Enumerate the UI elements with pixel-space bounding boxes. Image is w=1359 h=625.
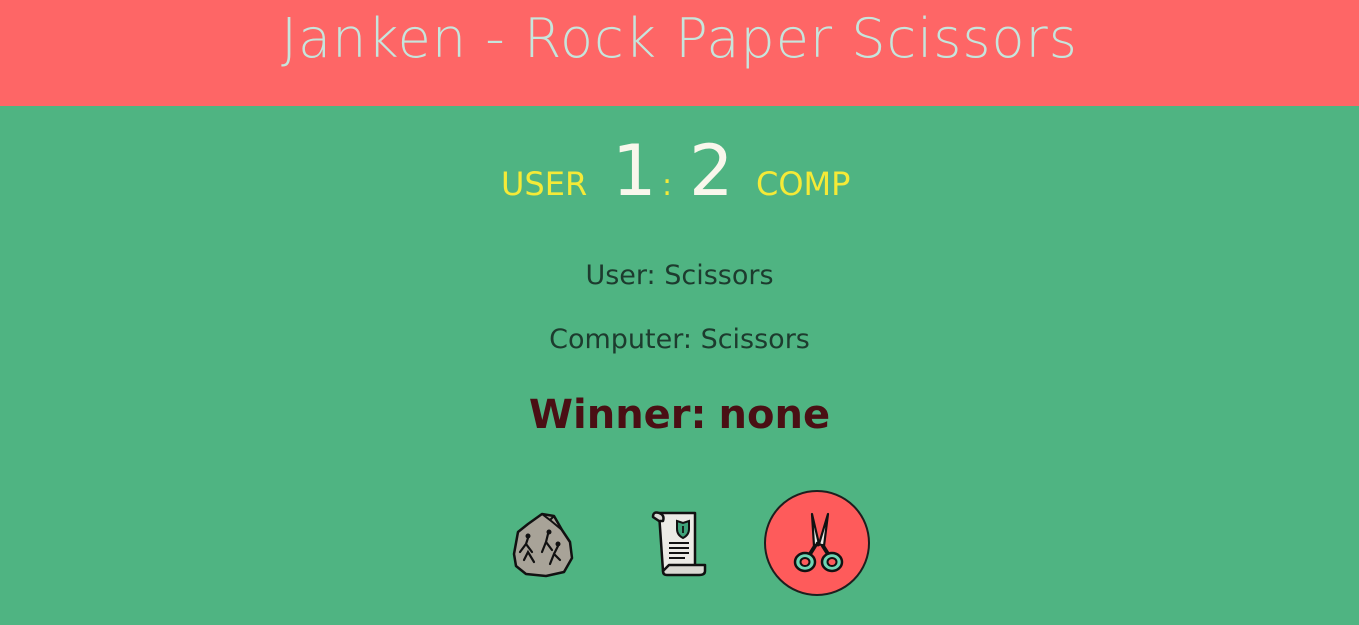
scissors-icon [793, 512, 844, 573]
winner-prefix: Winner: [528, 392, 707, 438]
scoreboard: USER 1 : 2 COMP [0, 128, 1359, 218]
paper-button[interactable] [626, 490, 732, 596]
user-choice-prefix: User: [585, 260, 656, 291]
winner-value: none [718, 392, 831, 438]
comp-score: 2 [689, 130, 734, 212]
user-score: 1 [612, 130, 657, 212]
computer-choice-prefix: Computer: [549, 324, 692, 355]
user-score-label: USER [501, 165, 588, 203]
scissors-button[interactable] [764, 490, 870, 596]
winner-line: Winner: none [0, 392, 1359, 438]
header-bar: Janken - Rock Paper Scissors [0, 0, 1359, 106]
user-choice-value: Scissors [664, 260, 774, 291]
rock-icon [512, 512, 574, 578]
comp-score-label: COMP [756, 165, 851, 203]
computer-choice-line: Computer: Scissors [0, 324, 1359, 355]
rock-button[interactable] [488, 490, 594, 596]
computer-choice-value: Scissors [700, 324, 810, 355]
score-separator: : [662, 168, 673, 203]
user-choice-line: User: Scissors [0, 260, 1359, 291]
paper-scroll-icon [651, 511, 707, 577]
page-title: Janken - Rock Paper Scissors [281, 7, 1078, 70]
